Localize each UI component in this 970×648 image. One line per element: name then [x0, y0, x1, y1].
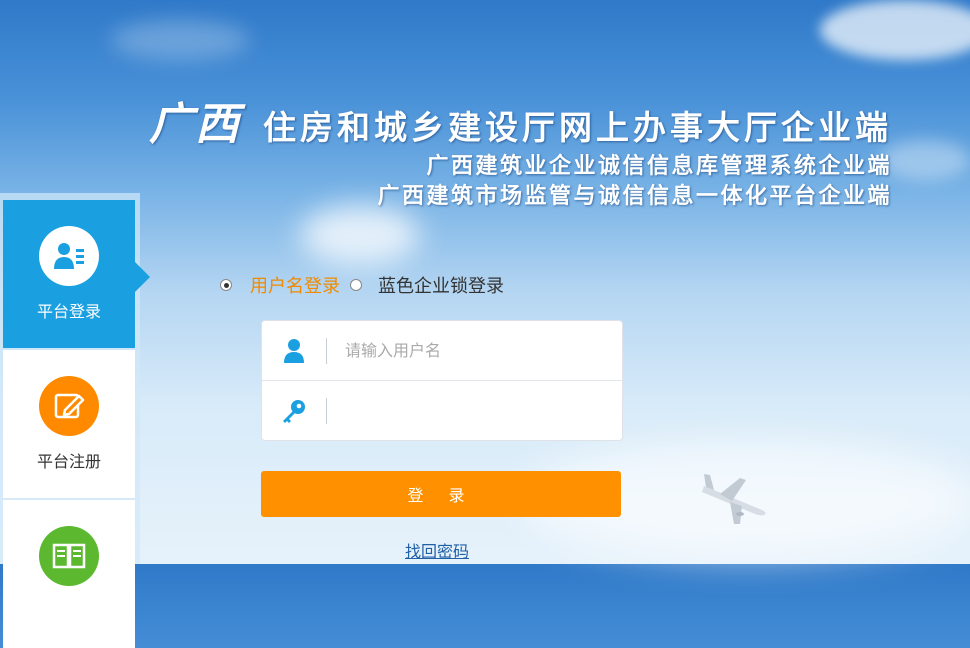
user-card-icon [39, 226, 99, 286]
header-main-title: 广西 住房和城乡建设厅网上办事大厅企业端 [149, 88, 892, 152]
radio-selected-dot [223, 282, 229, 288]
header-title: 住房和城乡建设厅网上办事大厅企业端 [263, 108, 892, 147]
sidebar-item-guide[interactable] [3, 500, 135, 648]
header-subtitle-1: 广西建筑业企业诚信信息库管理系统企业端 [426, 154, 892, 179]
sidebar-item-login[interactable]: 平台登录 [3, 200, 135, 348]
sidebar: 平台登录 平台注册 [0, 193, 140, 648]
header-brand: 广西 [149, 99, 241, 150]
field-divider [326, 337, 327, 364]
login-form [261, 320, 623, 441]
active-item-pointer [135, 262, 150, 292]
radio-username-login[interactable] [220, 279, 232, 291]
header-subtitle-2: 广西建筑市场监管与诚信信息一体化平台企业端 [377, 184, 892, 209]
edit-icon [39, 376, 99, 436]
login-type-selector: 用户名登录 蓝色企业锁登录 [220, 272, 504, 298]
radio-usbkey-login[interactable] [350, 279, 362, 291]
forgot-password-link[interactable]: 找回密码 [405, 538, 469, 562]
cloud-decoration [880, 140, 970, 180]
username-input[interactable] [343, 340, 607, 361]
sidebar-item-register[interactable]: 平台注册 [3, 350, 135, 498]
sidebar-item-label: 平台注册 [36, 452, 101, 471]
sidebar-item-label: 平台登录 [36, 302, 101, 321]
option-usbkey-login[interactable]: 蓝色企业锁登录 [378, 272, 504, 298]
cloud-decoration [110, 20, 250, 60]
cloud-decoration [300, 205, 420, 265]
password-input[interactable] [343, 400, 607, 421]
option-username-login[interactable]: 用户名登录 [250, 272, 340, 298]
airplane-illustration [700, 472, 770, 532]
field-divider [326, 397, 327, 424]
key-icon [262, 398, 326, 424]
username-row [262, 321, 622, 381]
cloud-decoration [820, 0, 970, 60]
book-icon [39, 526, 99, 586]
login-button[interactable]: 登 录 [261, 471, 621, 517]
password-row [262, 381, 622, 440]
header-title-block: 广西 住房和城乡建设厅网上办事大厅企业端 广西建筑业企业诚信信息库管理系统企业端 … [149, 88, 892, 212]
user-icon [262, 338, 326, 364]
